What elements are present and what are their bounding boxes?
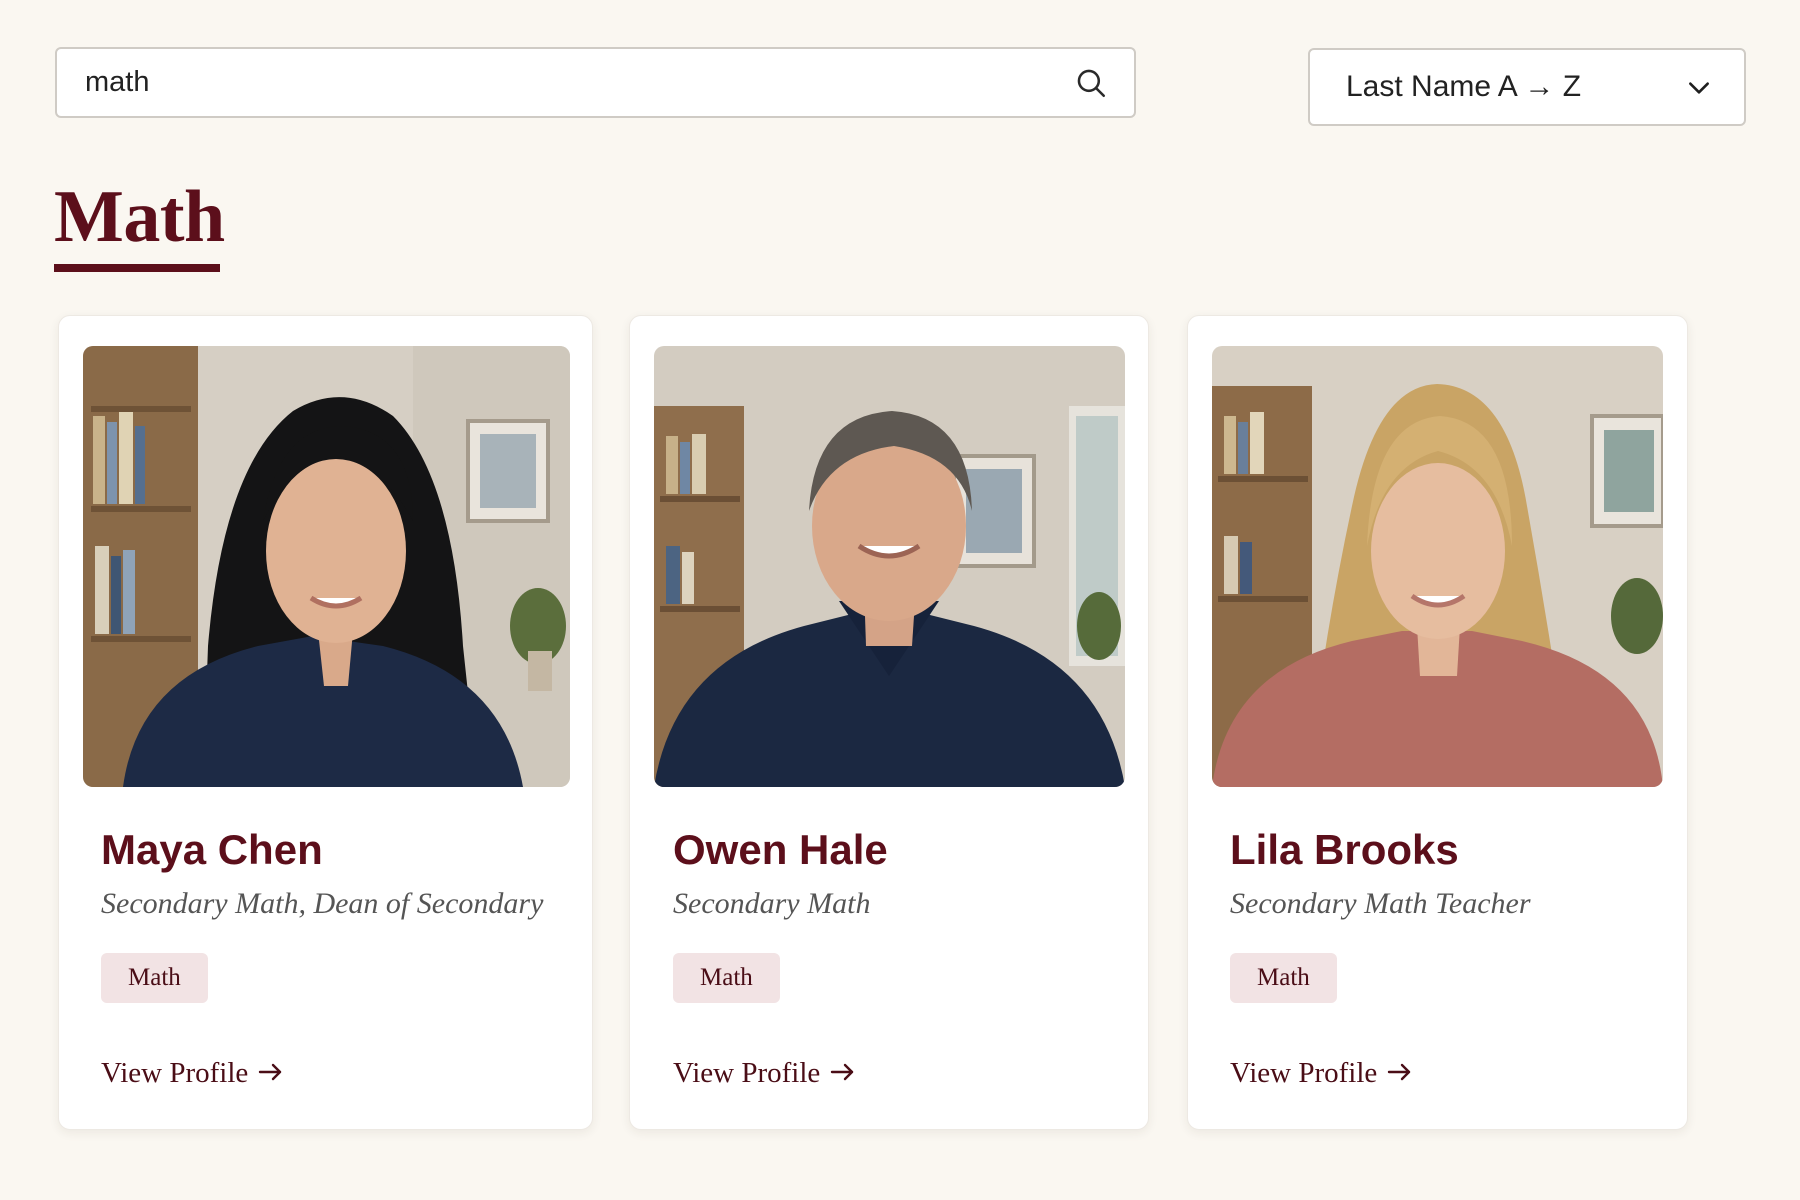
search-input[interactable] [57,49,1134,116]
arrow-right-icon [259,1063,282,1081]
staff-card: Lila Brooks Secondary Math Teacher Math … [1187,315,1688,1130]
staff-role: Secondary Math [673,887,871,920]
view-profile-link[interactable]: View Profile [673,1055,856,1091]
view-profile-link[interactable]: View Profile [1230,1055,1413,1091]
staff-directory-page: Last Name A → Z Math [0,0,1800,1200]
staff-name: Owen Hale [673,826,888,873]
section-title: Math [54,176,225,258]
staff-photo [1212,346,1663,787]
staff-role: Secondary Math Teacher [1230,887,1531,920]
staff-name: Lila Brooks [1230,826,1459,873]
staff-card: Owen Hale Secondary Math Math View Profi… [629,315,1149,1130]
staff-card: Maya Chen Secondary Math, Dean of Second… [58,315,593,1130]
staff-name: Maya Chen [101,826,323,873]
staff-role: Secondary Math, Dean of Secondary [101,887,544,920]
sort-dropdown[interactable]: Last Name A → Z [1308,48,1746,126]
staff-photo [83,346,570,787]
search-icon[interactable] [1074,66,1108,100]
view-profile-link[interactable]: View Profile [101,1055,284,1091]
search-bar [55,47,1136,118]
view-profile-label: View Profile [673,1057,821,1089]
view-profile-label: View Profile [101,1057,249,1089]
arrow-right-icon [1388,1063,1411,1081]
arrow-right-icon [831,1063,854,1081]
view-profile-label: View Profile [1230,1057,1378,1089]
department-tag: Math [101,953,208,1003]
staff-photo [654,346,1125,787]
chevron-down-icon [1689,82,1709,94]
section-title-underline [54,264,220,272]
department-tag: Math [1230,953,1337,1003]
sort-selected-value: Last Name A → Z [1346,70,1582,103]
department-tag: Math [673,953,780,1003]
